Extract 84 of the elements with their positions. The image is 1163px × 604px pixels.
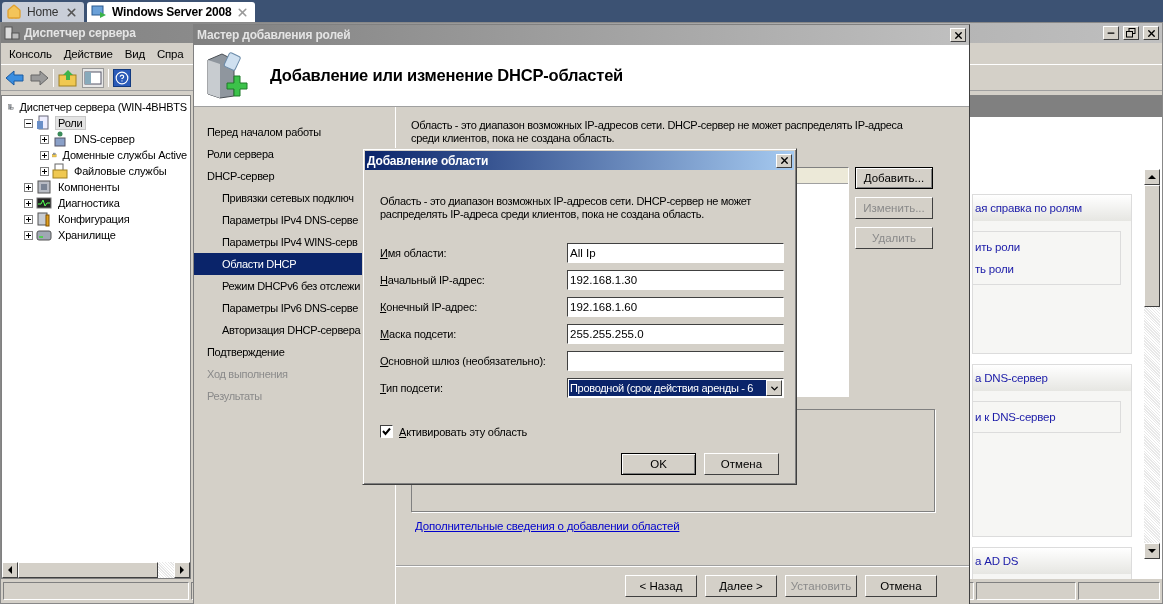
wizard-nav-button[interactable]: < Назад <box>625 574 697 597</box>
close-button[interactable] <box>1143 26 1159 40</box>
menu-item[interactable]: Действие <box>57 47 119 60</box>
input-field[interactable]: 255.255.255.0 <box>567 324 784 344</box>
browser-tab[interactable]: Windows Server 2008 <box>87 2 256 22</box>
monitor-icon <box>36 195 52 211</box>
back-arrow-icon[interactable] <box>5 68 25 87</box>
tree-item[interactable]: Диагностика <box>55 196 123 210</box>
box-icon <box>36 179 52 195</box>
pane-toggle-icon[interactable] <box>82 67 104 88</box>
task-link[interactable]: ть роли <box>973 258 1120 280</box>
home-icon <box>6 4 22 20</box>
tree-item[interactable]: Доменные службы Active <box>59 148 190 162</box>
server-icon <box>4 26 20 40</box>
vertical-scrollbar[interactable] <box>1144 169 1160 559</box>
page-heading: Добавление или изменение DHCP-областей <box>270 66 624 85</box>
field-label: Тип подсети: <box>380 382 444 394</box>
expand-toggle[interactable] <box>40 150 49 160</box>
field-label: Маска подсети: <box>380 328 458 340</box>
tree-item[interactable]: Конфигурация <box>55 212 133 226</box>
monitor-icon <box>91 4 107 20</box>
field-label: Начальный IP-адрес: <box>380 274 486 286</box>
window-title: Диспетчер сервера <box>24 26 136 40</box>
close-icon <box>952 29 964 41</box>
wizard-step[interactable]: Перед началом работы <box>194 121 395 143</box>
forward-arrow-icon[interactable] <box>29 68 49 87</box>
checkbox[interactable] <box>380 425 393 438</box>
globe-server-icon <box>52 131 68 147</box>
checkbox-label: Активировать эту область <box>399 425 528 438</box>
input-field[interactable]: All Ip <box>567 243 784 263</box>
window-title: Мастер добавления ролей <box>197 28 351 42</box>
description-text: Область - это диапазон возможных IP-адресов сети. DHCP-сервер не может распределять IP-адреса среди клиентов, пока не создана область. <box>380 195 751 221</box>
list-action-button[interactable]: Добавить... <box>855 167 933 189</box>
expand-toggle[interactable] <box>24 198 33 208</box>
input-field[interactable] <box>567 351 784 371</box>
restore-icon <box>1126 28 1136 38</box>
dialog-button[interactable]: OK <box>621 453 696 475</box>
restore-button[interactable] <box>1123 26 1139 40</box>
field-label: Основной шлюз (необязательно): <box>380 355 547 367</box>
menu-item[interactable]: Спра <box>150 47 190 60</box>
tree-item[interactable]: DNS-сервер <box>71 132 138 146</box>
expand-toggle[interactable] <box>40 134 49 144</box>
server-add-icon <box>204 51 250 100</box>
tree-item[interactable]: Диспетчер сервера (WIN-4BHBTS <box>16 100 190 114</box>
browser-tab[interactable]: Home <box>2 2 84 22</box>
task-link[interactable]: ить роли <box>973 236 1120 258</box>
expand-toggle[interactable] <box>24 214 33 224</box>
help-link[interactable]: Дополнительные сведения о добавлении областей <box>415 520 680 532</box>
help-icon[interactable] <box>113 68 131 87</box>
menu-item[interactable]: Вид <box>118 47 151 60</box>
expand-toggle[interactable] <box>24 182 33 192</box>
horizontal-scrollbar[interactable] <box>2 562 190 578</box>
right-arrow-icon[interactable] <box>179 566 185 574</box>
dialog-button[interactable]: Отмена <box>704 453 779 475</box>
field-label: Конечный IP-адрес: <box>380 301 479 313</box>
up-arrow-icon[interactable] <box>1148 174 1156 180</box>
expand-toggle[interactable] <box>24 118 33 128</box>
wrench-icon <box>36 211 52 227</box>
tree-item[interactable]: Хранилище <box>55 228 119 242</box>
wizard-nav-button[interactable]: Отмена <box>865 574 937 597</box>
card-title-link[interactable]: а AD DS <box>973 548 1131 574</box>
left-arrow-icon[interactable] <box>7 566 13 574</box>
card-title-link[interactable]: ая справка по ролям <box>973 195 1131 221</box>
expand-toggle[interactable] <box>24 230 33 240</box>
close-icon <box>778 155 790 166</box>
tree-item[interactable]: Файловые службы <box>71 164 170 178</box>
tree-item[interactable]: Роли <box>55 116 86 130</box>
input-field[interactable]: 192.168.1.30 <box>567 270 784 290</box>
close-button[interactable] <box>950 28 966 42</box>
description-text: Область - это диапазон возможных IP-адресов сети. DHCP-сервер не может распределять IP-адреса среди клиентов, пока не создана область. <box>411 119 903 145</box>
document-icon <box>36 115 52 131</box>
menu-item[interactable]: Консоль <box>3 47 58 60</box>
down-arrow-icon[interactable] <box>1148 548 1156 554</box>
expand-toggle[interactable] <box>40 166 49 176</box>
wizard-nav-button[interactable]: Далее > <box>705 574 777 597</box>
close-icon <box>1145 27 1157 39</box>
input-field[interactable]: 192.168.1.60 <box>567 297 784 317</box>
subnet-type-dropdown[interactable]: Проводной (срок действия аренды - 6 <box>567 378 784 398</box>
card-title-link[interactable]: а DNS-сервер <box>973 365 1131 391</box>
close-button[interactable] <box>776 153 792 168</box>
close-icon[interactable] <box>65 5 78 19</box>
minimize-button[interactable] <box>1103 26 1119 40</box>
tree-item[interactable]: Компоненты <box>55 180 123 194</box>
dialog-title: Добавление области <box>367 153 489 168</box>
